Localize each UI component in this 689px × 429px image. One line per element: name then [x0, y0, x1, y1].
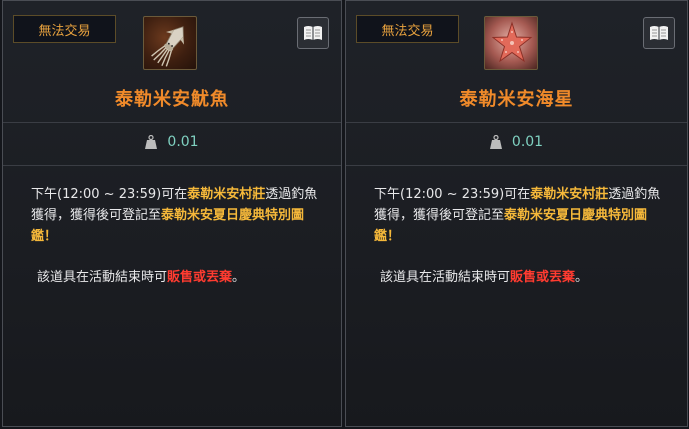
notice-text: 。: [575, 270, 589, 285]
divider: [346, 122, 687, 123]
untradeable-badge: 無法交易: [13, 15, 116, 43]
desc-location: 泰勒米安村莊: [530, 187, 609, 202]
notice-text: 該道具在活動結束時可: [37, 270, 168, 285]
desc-location: 泰勒米安村莊: [187, 187, 266, 202]
item-description: 下午(12:00 ~ 23:59)可在泰勒米安村莊透過釣魚獲得，獲得後可登記至泰…: [31, 184, 323, 247]
weight-icon: [489, 135, 502, 149]
notice-text: 。: [232, 270, 246, 285]
book-icon: [304, 26, 322, 40]
divider: [346, 165, 687, 166]
notice-text: 該道具在活動結束時可: [380, 270, 511, 285]
event-notice: 該道具在活動結束時可販售或丟棄。: [380, 266, 669, 285]
desc-text: 下午(12:00 ~ 23:59)可在: [374, 187, 531, 202]
weight-row: 0.01: [346, 134, 687, 150]
notice-warning: 販售或丟棄: [510, 270, 576, 285]
book-icon: [650, 26, 668, 40]
item-name: 泰勒米安魷魚: [115, 89, 229, 110]
starfish-icon[interactable]: [484, 16, 538, 70]
weight-value: 0.01: [167, 134, 199, 150]
divider: [3, 122, 341, 123]
weight-row: 0.01: [3, 134, 341, 150]
squid-icon[interactable]: [143, 16, 197, 70]
weight-icon: [145, 135, 158, 149]
untradeable-badge: 無法交易: [356, 15, 459, 43]
collection-book-button[interactable]: [643, 17, 675, 49]
desc-exclaim: ！: [387, 229, 401, 244]
divider: [3, 165, 341, 166]
notice-warning: 販售或丟棄: [167, 270, 233, 285]
desc-text: 下午(12:00 ~ 23:59)可在: [31, 187, 188, 202]
desc-exclaim: ！: [44, 229, 58, 244]
item-tooltip-squid: 無法交易 泰勒米安魷魚 0.01 下午(12:00 ~ 23:59)可在泰勒米安…: [2, 0, 342, 427]
item-description: 下午(12:00 ~ 23:59)可在泰勒米安村莊透過釣魚獲得，獲得後可登記至泰…: [374, 184, 669, 247]
item-tooltip-starfish: 無法交易 泰勒米安海星 0.01 下午(12:00 ~ 23:59)可在泰勒米安: [345, 0, 688, 427]
item-name: 泰勒米安海星: [459, 89, 574, 110]
weight-value: 0.01: [511, 134, 544, 150]
collection-book-button[interactable]: [297, 17, 329, 49]
event-notice: 該道具在活動結束時可販售或丟棄。: [37, 266, 323, 285]
